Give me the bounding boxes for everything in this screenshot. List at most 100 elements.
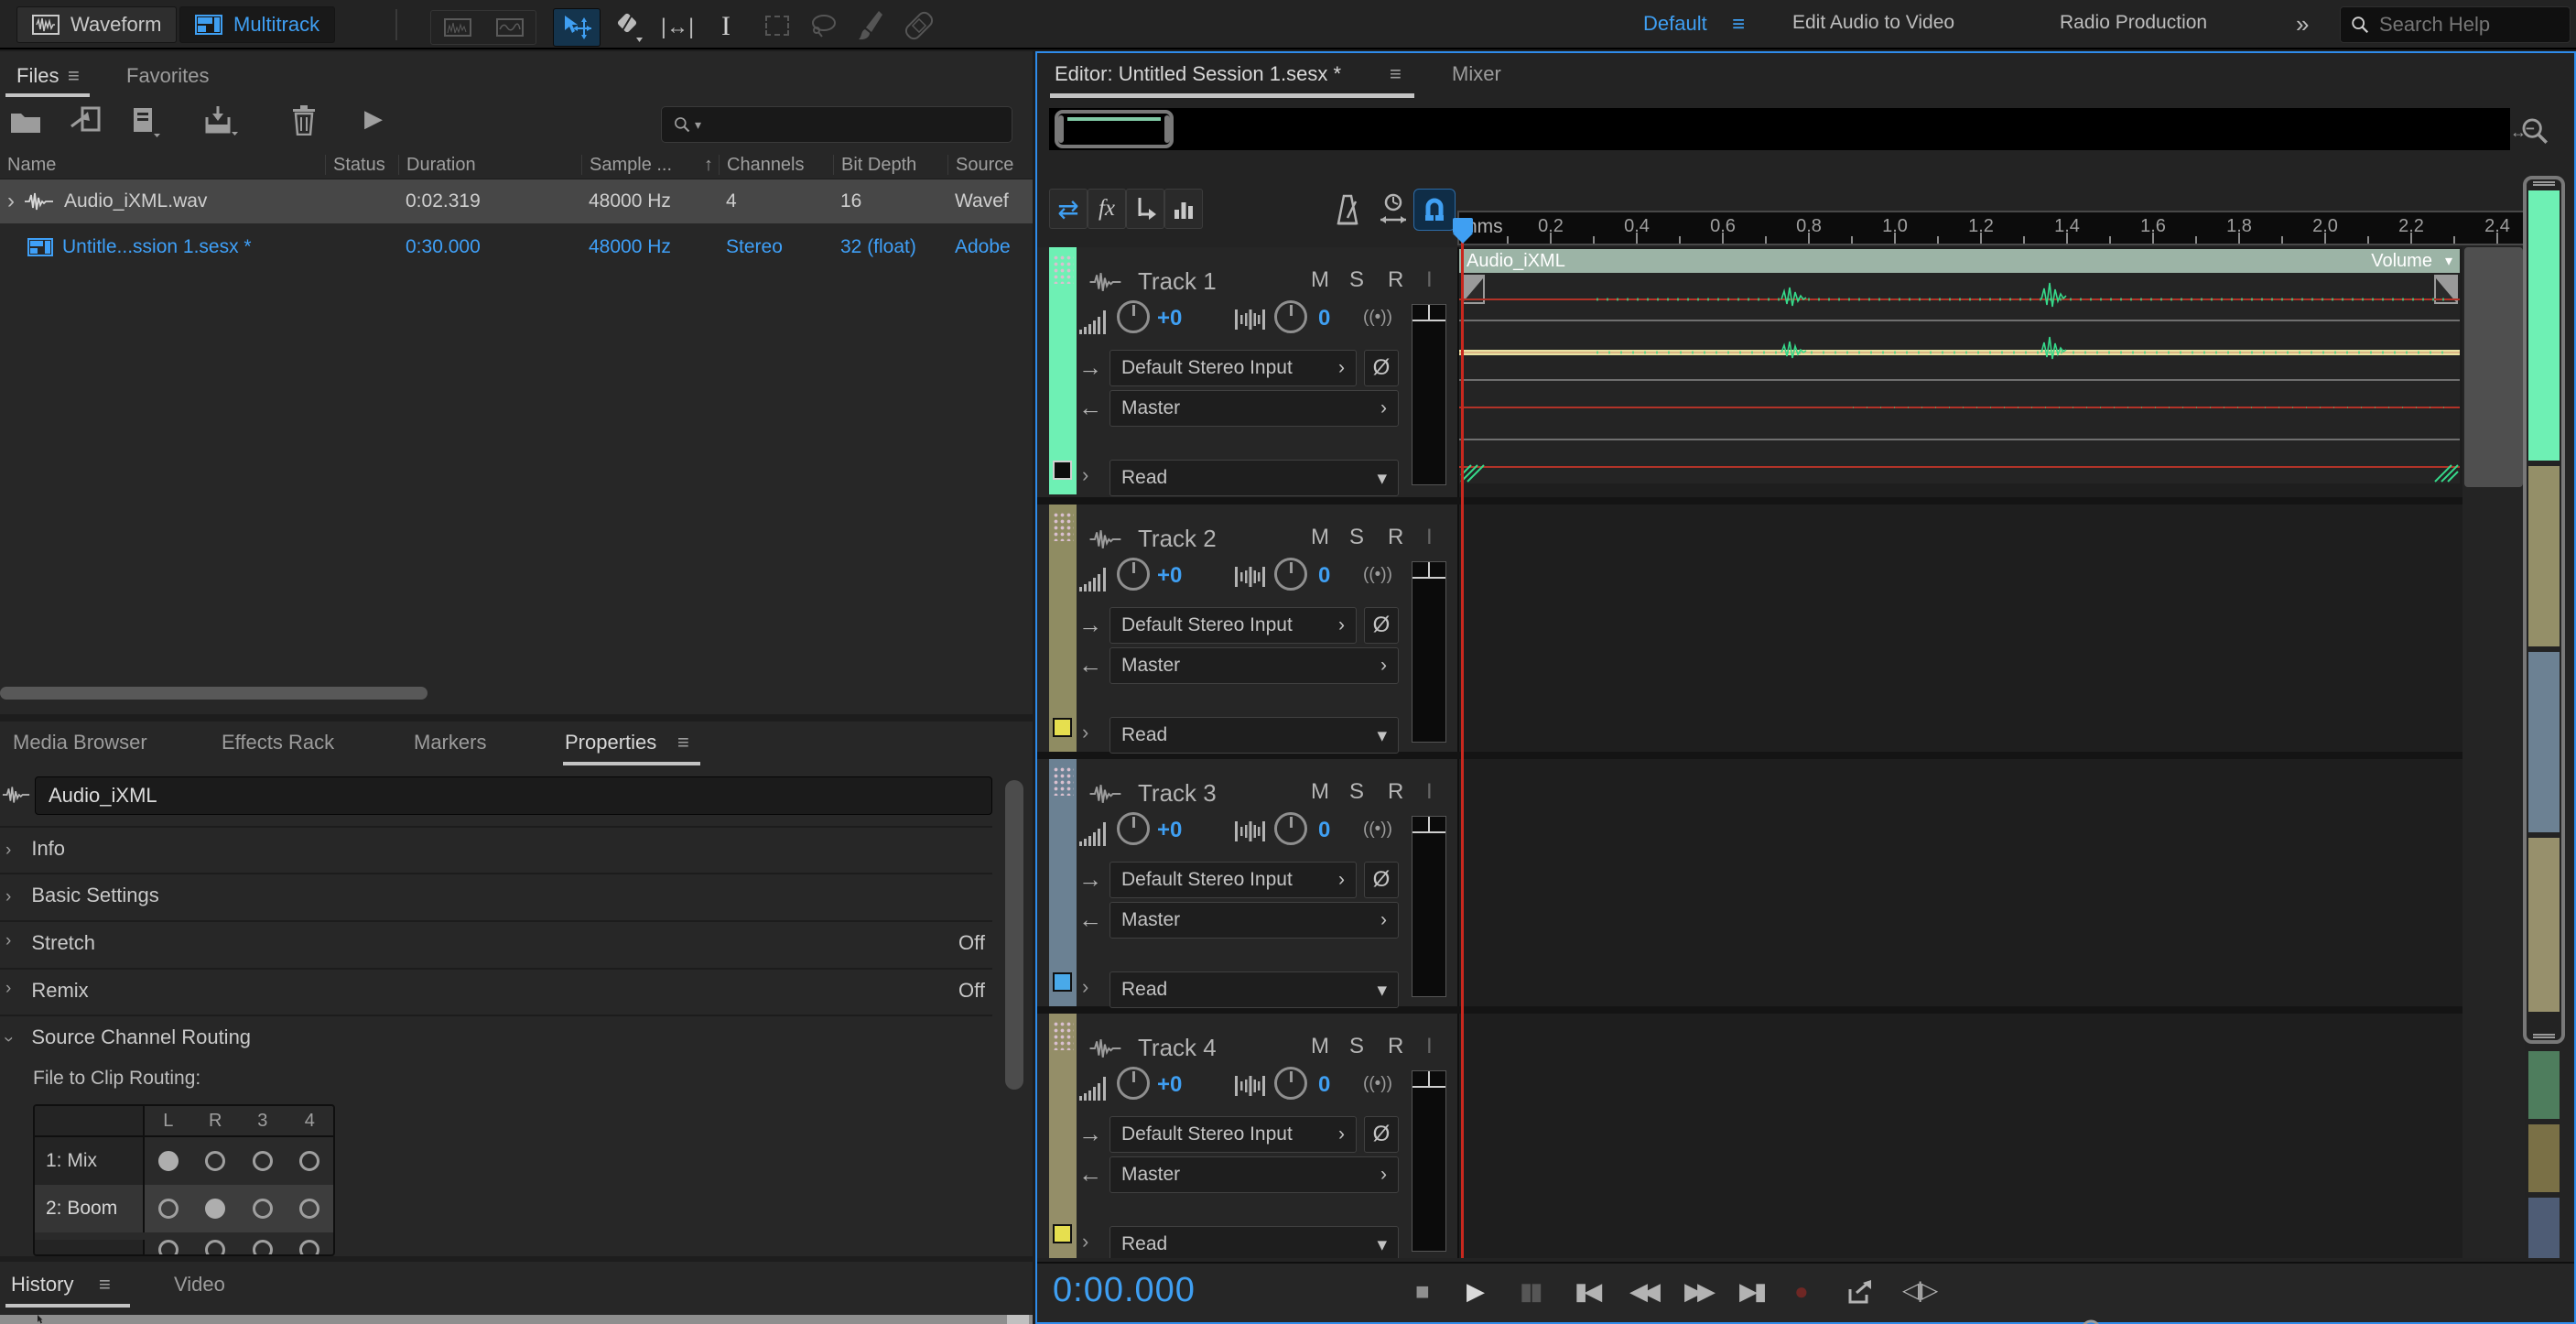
input-selector[interactable]: Default Stereo Input› (1109, 350, 1357, 386)
automation-mode-selector[interactable]: Read▾ (1109, 971, 1399, 1008)
radio-boom-4[interactable] (299, 1199, 319, 1219)
phase-button[interactable]: Ø (1364, 607, 1399, 644)
multitrack-view-button[interactable]: Multitrack (179, 6, 335, 43)
menu-radio-production[interactable]: Radio Production (2060, 12, 2207, 34)
time-selection-tool-button[interactable]: I (714, 9, 738, 44)
vertical-zoom-icon[interactable]: ↔ − (2516, 115, 2556, 156)
solo-button[interactable]: S (1349, 267, 1364, 293)
history-menu-icon[interactable]: ≡ (99, 1273, 111, 1297)
delete-button[interactable] (291, 104, 317, 136)
clip-name-field[interactable] (35, 776, 992, 815)
files-search-box[interactable]: ▾ (661, 106, 1012, 143)
input-monitor-button[interactable]: I (1426, 779, 1433, 805)
zoom-navigator[interactable] (1049, 108, 2510, 150)
automation-mode-selector[interactable]: Read▾ (1109, 1226, 1399, 1258)
tab-markers[interactable]: Markers (414, 731, 486, 754)
mute-button[interactable]: M (1311, 779, 1329, 805)
workspace-overflow-button[interactable]: » (2296, 10, 2309, 38)
input-monitor-button[interactable]: I (1426, 267, 1433, 293)
metering-view-button[interactable] (1164, 189, 1203, 229)
rewind-button[interactable]: ◀◀ (1629, 1275, 1655, 1308)
track-color-strip[interactable] (1049, 247, 1077, 494)
automation-mode-selector[interactable]: Read▾ (1109, 460, 1399, 496)
radio-mix-l[interactable] (158, 1151, 179, 1171)
stop-button[interactable]: ■ (1415, 1275, 1430, 1308)
properties-menu-icon[interactable]: ≡ (677, 731, 689, 754)
arm-record-button[interactable]: R (1388, 779, 1403, 805)
input-monitor-button[interactable]: I (1426, 525, 1433, 550)
tab-editor[interactable]: Editor: Untitled Session 1.sesx * (1055, 62, 1341, 86)
expander-icon[interactable]: › (7, 189, 15, 214)
editor-menu-icon[interactable]: ≡ (1390, 62, 1402, 86)
automation-mode-selector[interactable]: Read▾ (1109, 717, 1399, 754)
track-drag-handle[interactable] (1053, 1021, 1074, 1050)
section-source-channel-routing[interactable]: ›Source Channel Routing (5, 1026, 994, 1049)
pan-knob[interactable] (1274, 300, 1307, 333)
solo-button[interactable]: S (1349, 525, 1364, 550)
input-selector[interactable]: Default Stereo Input› (1109, 1116, 1357, 1153)
track-drag-handle[interactable] (1053, 255, 1074, 284)
automation-expand-icon[interactable]: › (1082, 1230, 1088, 1253)
pan-knob[interactable] (1274, 1067, 1307, 1100)
snapping-toggle-button[interactable] (1413, 189, 1456, 231)
track-name[interactable]: Track 2 (1138, 525, 1217, 553)
clip-mode-caret-icon[interactable]: ▾ (2445, 252, 2452, 270)
loop-playback-button[interactable] (1845, 1278, 1875, 1308)
viewport-bottom-grip[interactable] (2533, 1034, 2555, 1038)
tab-video[interactable]: Video (174, 1273, 225, 1297)
mute-button[interactable]: M (1311, 267, 1329, 293)
track-name[interactable]: Track 4 (1138, 1034, 1217, 1062)
vertical-scrollbar[interactable] (1005, 780, 1023, 1090)
healing-brush-tool-button[interactable] (903, 9, 936, 42)
track-select-checkbox[interactable] (1053, 718, 1072, 737)
output-selector[interactable]: Master› (1109, 1156, 1399, 1193)
audio-clip[interactable]: Audio_iXML Volume ▾ (1459, 249, 2460, 483)
phase-button[interactable]: Ø (1364, 1116, 1399, 1153)
track-drag-handle[interactable] (1053, 512, 1074, 541)
skip-selection-button[interactable]: ◁|▷ (1902, 1275, 1936, 1308)
history-scrollbar[interactable] (1007, 1315, 1029, 1324)
section-remix[interactable]: ›RemixOff (5, 979, 985, 1003)
razor-tool-button[interactable] (610, 11, 646, 44)
track-drag-handle[interactable] (1053, 766, 1074, 796)
monitor-input-icon[interactable]: ((•)) (1363, 565, 1392, 585)
brush-tool-button[interactable] (857, 9, 884, 42)
global-clip-stretch-button[interactable] (1377, 192, 1410, 229)
section-info[interactable]: ›Info (5, 837, 994, 861)
preview-play-button[interactable]: ▶ (364, 104, 383, 133)
output-selector[interactable]: Master› (1109, 902, 1399, 939)
routing-row-3[interactable] (35, 1232, 333, 1256)
zoom-in-vertical-button[interactable]: ↕ + (2071, 1317, 2111, 1324)
track-select-checkbox[interactable] (1053, 461, 1072, 480)
history-list-row[interactable] (0, 1315, 1033, 1324)
navigator-left-grip[interactable] (1058, 115, 1064, 143)
play-button[interactable]: ▶ (1467, 1275, 1485, 1308)
phase-button[interactable]: Ø (1364, 862, 1399, 898)
files-column-headers[interactable]: Name Status Duration Sample ...↑ Channel… (0, 150, 1033, 179)
new-item-button[interactable] (130, 106, 161, 137)
automation-expand-icon[interactable]: › (1082, 975, 1088, 999)
navigator-viewport-handle[interactable] (1055, 110, 1174, 148)
record-button[interactable]: ● (1794, 1275, 1809, 1308)
pan-knob[interactable] (1274, 812, 1307, 845)
pan-value[interactable]: 0 (1318, 306, 1330, 331)
marquee-tool-button[interactable] (765, 16, 789, 36)
go-to-start-button[interactable]: ▮◀ (1575, 1275, 1598, 1308)
tab-mixer[interactable]: Mixer (1452, 62, 1501, 86)
monitor-input-icon[interactable]: ((•)) (1363, 819, 1392, 840)
pan-knob[interactable] (1274, 558, 1307, 591)
playhead-marker[interactable] (1453, 218, 1473, 244)
lasso-tool-button[interactable] (807, 12, 840, 39)
input-monitor-button[interactable]: I (1426, 1034, 1433, 1059)
automation-expand-icon[interactable]: › (1082, 463, 1088, 487)
volume-knob[interactable] (1117, 1067, 1150, 1100)
volume-knob[interactable] (1117, 812, 1150, 845)
clip-envelope-mode[interactable]: Volume (2371, 251, 2432, 272)
slip-tool-button[interactable]: |↔| (654, 11, 701, 44)
track-select-checkbox[interactable] (1053, 972, 1072, 992)
automation-expand-icon[interactable]: › (1082, 721, 1088, 744)
menu-edit-audio-to-video[interactable]: Edit Audio to Video (1792, 12, 1954, 34)
volume-knob[interactable] (1117, 558, 1150, 591)
input-selector[interactable]: Default Stereo Input› (1109, 607, 1357, 644)
section-stretch[interactable]: ›StretchOff (5, 931, 985, 955)
